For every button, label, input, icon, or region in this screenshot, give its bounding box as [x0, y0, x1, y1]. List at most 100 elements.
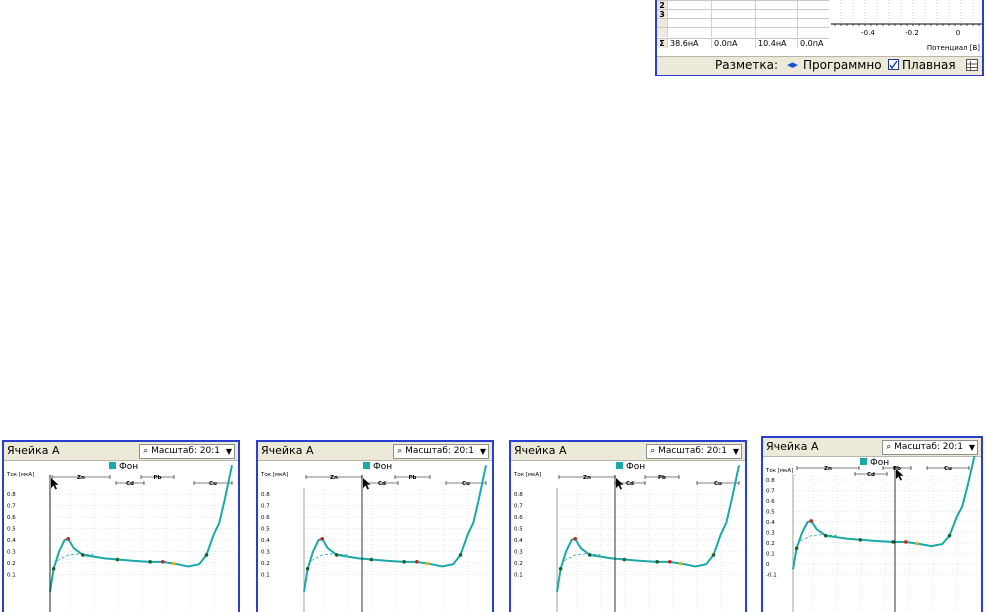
smooth-checkbox[interactable] — [888, 59, 899, 70]
range-label: Zn — [824, 466, 832, 472]
zoom-value: Масштаб: 20:1 — [405, 446, 474, 456]
range-label: Cu — [944, 466, 952, 472]
y-tick-label: 0.6 — [261, 515, 270, 521]
y-tick-label: 0.6 — [514, 515, 523, 521]
table-cell: 10.4нА — [755, 39, 797, 48]
y-axis-label: Ток [мкА] — [6, 472, 34, 478]
range-label: Cu — [209, 481, 217, 487]
data-marker — [415, 560, 419, 564]
y-tick-label: 0.1 — [766, 552, 775, 558]
table-cell: 0.0пА — [711, 39, 755, 48]
cell-title: Ячейка А — [766, 440, 819, 453]
data-marker — [204, 553, 209, 557]
y-axis-label: Ток [мкА] — [765, 468, 793, 474]
cell-window-header: Ячейка А ⌕ Масштаб: 20:1 ▼ — [258, 442, 492, 461]
y-tick-label: 0.4 — [7, 538, 16, 544]
mouse-pointer-icon — [51, 478, 59, 490]
data-marker — [655, 560, 659, 564]
legend-label: Фон — [373, 462, 392, 472]
y-tick-label: 0.4 — [514, 538, 523, 544]
cell-title: Ячейка А — [7, 444, 60, 457]
markup-mode-button[interactable]: Программно — [803, 58, 882, 72]
range-label: Zn — [77, 475, 85, 481]
y-tick-label: 0.1 — [514, 573, 523, 579]
data-marker — [914, 541, 919, 546]
data-marker — [587, 553, 592, 557]
chevron-down-icon: ▼ — [225, 447, 232, 456]
cell-window-3: Ячейка А ⌕ Масштаб: 20:1 ▼ Фон Ток [мкА] 0… — [509, 440, 747, 612]
y-tick-label: 0.5 — [7, 527, 16, 533]
mouse-pointer-icon — [616, 478, 624, 490]
data-marker — [402, 560, 406, 564]
grid-view-button[interactable] — [966, 59, 978, 71]
x-axis-label: Потенциал [В] — [927, 44, 980, 52]
cell-window-header: Ячейка А ⌕ Масштаб: 20:1 ▼ — [4, 442, 238, 461]
y-tick-label: 0.3 — [766, 531, 775, 537]
y-tick-label: 0.2 — [514, 561, 523, 567]
data-marker — [458, 553, 463, 557]
data-marker — [809, 519, 813, 523]
data-marker — [858, 538, 863, 542]
zoom-value: Масштаб: 20:1 — [658, 446, 727, 456]
voltammogram-plot[interactable]: Фон Ток [мкА] 0.8 0.7 0.6 0.5 0.4 0.3 0.2 0.1 Zn Cd… — [511, 460, 745, 612]
data-marker — [711, 553, 716, 557]
markup-label: Разметка: — [715, 58, 779, 72]
analysis-panel: 2 3 Σ 38.6нА 0.0пА 10.4нА 0.0пА -0.4 -0.2 0 Потен… — [655, 0, 984, 76]
zoom-select[interactable]: ⌕ Масштаб: 20:1 ▼ — [882, 440, 978, 455]
data-marker — [891, 540, 895, 544]
y-tick-label: 0.6 — [766, 499, 775, 505]
range-label: Zn — [330, 475, 338, 481]
chevron-down-icon: ▼ — [968, 443, 975, 452]
range-label: Cd — [378, 481, 386, 487]
y-tick-label: 0.2 — [7, 561, 16, 567]
y-tick-label: 0.3 — [514, 550, 523, 556]
y-tick-label: 0.4 — [261, 538, 270, 544]
cell-window-header: Ячейка А ⌕ Масштаб: 20:1 ▼ — [511, 442, 745, 461]
zoom-select[interactable]: ⌕ Масштаб: 20:1 ▼ — [139, 444, 235, 459]
range-label: Cu — [714, 481, 722, 487]
y-tick-label: 0 — [766, 562, 770, 568]
range-label: Cd — [126, 481, 134, 487]
results-table: 2 3 Σ 38.6нА 0.0пА 10.4нА 0.0пА — [657, 0, 829, 56]
range-label: Zn — [583, 475, 591, 481]
range-label: Pb — [658, 475, 666, 481]
magnifier-icon: ⌕ — [397, 446, 403, 456]
magnifier-icon: ⌕ — [143, 446, 149, 456]
y-axis-label: Ток [мкА] — [513, 472, 541, 478]
y-tick-label: -0.1 — [766, 573, 777, 579]
y-tick-label: 0.7 — [261, 504, 270, 510]
magnifier-icon: ⌕ — [650, 446, 656, 456]
data-marker — [573, 537, 577, 541]
data-marker — [320, 537, 324, 541]
zoom-select[interactable]: ⌕ Масштаб: 20:1 ▼ — [393, 444, 489, 459]
check-icon — [889, 60, 898, 69]
chevron-down-icon: ▼ — [479, 447, 486, 456]
range-label: Cd — [867, 472, 875, 478]
data-marker — [51, 566, 56, 571]
y-tick-label: 0.5 — [261, 527, 270, 533]
cell-window-1: Ячейка А ⌕ Масштаб: 20:1 ▼ Фон Ток [мкА] 0… — [2, 440, 240, 612]
voltammogram-plot[interactable]: Фон Ток [мкА] 0.8 0.7 0.6 0.5 0.4 0.3 0.2 0.1 Zn Cd… — [4, 460, 238, 612]
legend-swatch — [109, 462, 116, 469]
table-cell — [797, 28, 829, 37]
data-marker — [678, 561, 683, 566]
voltammogram-plot[interactable]: Фон Ток [мкА] 0.8 0.7 0.6 0.5 0.4 0.3 0.2 0.1 0 -0.… — [763, 456, 981, 612]
baseline-curve — [57, 553, 94, 562]
mode-arrows-icon[interactable]: ◂▸ — [787, 58, 798, 71]
mini-plot: -0.4 -0.2 0 Потенциал [В] — [831, 0, 982, 52]
zoom-select[interactable]: ⌕ Масштаб: 20:1 ▼ — [646, 444, 742, 459]
data-marker — [305, 566, 310, 571]
baseline-curve — [800, 534, 837, 542]
mouse-pointer-icon — [363, 478, 371, 490]
legend-swatch — [860, 458, 867, 465]
table-icon — [967, 61, 977, 71]
data-marker — [115, 557, 120, 562]
data-marker — [668, 560, 672, 564]
legend-label: Фон — [119, 462, 138, 472]
y-tick-label: 0.7 — [7, 504, 16, 510]
markup-toolbar: Разметка: ◂▸ Программно Плавная — [657, 56, 982, 75]
zoom-value: Масштаб: 20:1 — [894, 442, 963, 452]
voltammogram-plot[interactable]: Фон Ток [мкА] 0.8 0.7 0.6 0.5 0.4 0.3 0.2 0.1 Zn Cd… — [258, 460, 492, 612]
data-marker — [947, 533, 952, 538]
y-tick-label: 0.8 — [7, 492, 16, 498]
